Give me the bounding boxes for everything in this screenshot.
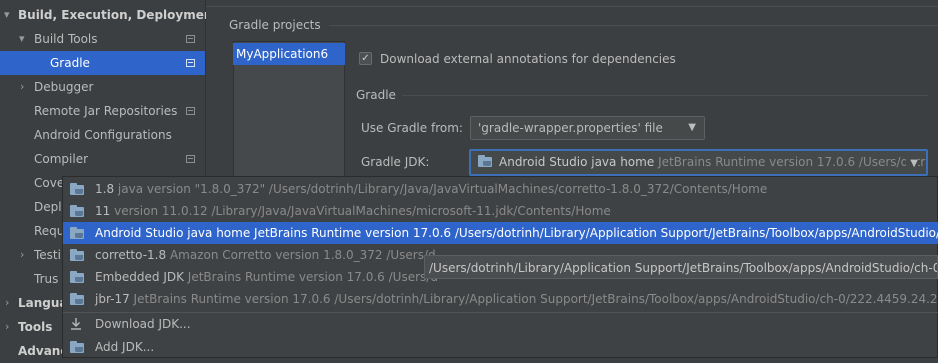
sidebar-item-label: Advanc [18, 344, 68, 358]
top-divider [206, 6, 938, 7]
sidebar-item-debugger[interactable]: › Debugger [0, 75, 205, 99]
sidebar-item-label: Android Configurations [34, 128, 172, 142]
jdk-folder-icon [70, 341, 86, 353]
use-gradle-from-dropdown[interactable]: 'gradle-wrapper.properties' file ▼ [470, 116, 705, 140]
gradle-jdk-value-name: Android Studio java home [499, 155, 655, 169]
project-list-item[interactable]: MyApplication6 [233, 43, 345, 65]
sidebar-item-label: Depl [34, 200, 62, 214]
section-divider [329, 25, 938, 26]
add-jdk-label: Add JDK... [95, 340, 155, 354]
jdk-folder-icon [70, 249, 86, 261]
jdk-option-name: 1.8 [95, 182, 115, 196]
gradle-section-title: Gradle [356, 88, 396, 102]
sidebar-item-label: Build, Execution, Deployment [18, 8, 219, 22]
jdk-folder-icon [70, 227, 86, 239]
project-settings-icon [186, 155, 195, 163]
sidebar-item-label: Requ [34, 224, 65, 238]
section-title-gradle-projects: Gradle projects [229, 18, 321, 32]
sidebar-item-gradle[interactable]: Gradle [0, 51, 205, 75]
gradle-jdk-value-detail: JetBrains Runtime version 17.0.6 /Users/… [658, 155, 926, 169]
sidebar-item-build-tools[interactable]: ▾ Build Tools [0, 27, 205, 51]
sidebar-item-compiler[interactable]: Compiler [0, 147, 205, 171]
jdk-folder-icon [70, 205, 86, 217]
jdk-path-tooltip: /Users/dotrinh/Library/Application Suppo… [424, 255, 938, 279]
sidebar-item-label: Tools [18, 320, 53, 334]
sidebar-item-label: Build Tools [34, 32, 98, 46]
jdk-option-detail: Amazon Corretto version 1.8.0_372 /Users… [169, 248, 436, 262]
download-annotations-checkbox[interactable]: ✓ [359, 52, 372, 65]
section-divider [402, 95, 928, 96]
jdk-folder-icon [70, 293, 86, 305]
jdk-option-11[interactable]: 11 version 11.0.12 /Library/Java/JavaVir… [63, 200, 938, 222]
gradle-jdk-dropdown[interactable]: Android Studio java home JetBrains Runti… [469, 149, 928, 176]
project-settings-icon [186, 35, 195, 43]
jdk-option-1-8[interactable]: 1.8 java version "1.8.0_372" /Users/dotr… [63, 178, 938, 200]
project-settings-icon [186, 59, 195, 67]
sidebar-item-android-configurations[interactable]: Android Configurations [0, 123, 205, 147]
dropdown-arrow-icon: ▼ [688, 122, 696, 133]
jdk-option-detail: version 11.0.12 /Library/Java/JavaVirtua… [114, 204, 611, 218]
jdk-option-name: Android Studio java home JetBrains Runti… [95, 226, 938, 240]
download-icon [71, 318, 81, 330]
jdk-option-android-studio-java-home[interactable]: Android Studio java home JetBrains Runti… [63, 222, 938, 244]
jdk-folder-icon [478, 155, 494, 167]
sidebar-item-label: Langua [18, 296, 68, 310]
jdk-option-detail: JetBrains Runtime version 17.0.6 /Users/… [187, 270, 438, 284]
chevron-down-icon[interactable]: ▾ [19, 27, 25, 51]
gradle-jdk-label: Gradle JDK: [361, 155, 430, 169]
dropdown-arrow-icon: ▼ [906, 152, 918, 174]
jdk-option-name: 11 [95, 204, 111, 218]
jdk-folder-icon [70, 183, 86, 195]
sidebar-item-label: Compiler [34, 152, 89, 166]
download-jdk-action[interactable]: Download JDK... [63, 313, 938, 335]
download-annotations-label: Download external annotations for depend… [380, 52, 676, 66]
download-jdk-label: Download JDK... [95, 317, 191, 331]
sidebar-item-build-execution-deployment[interactable]: ▾ Build, Execution, Deployment [0, 3, 218, 27]
sidebar-item-label: Trus [34, 272, 59, 286]
sidebar-item-label: Testi [34, 248, 61, 262]
chevron-right-icon[interactable]: › [20, 243, 24, 267]
project-settings-icon [186, 107, 195, 115]
sidebar-item-label: Cove [34, 176, 65, 190]
jdk-option-name: Embedded JDK [95, 270, 184, 284]
sidebar-item-remote-jar-repositories[interactable]: Remote Jar Repositories [0, 99, 205, 123]
chevron-right-icon[interactable]: › [5, 291, 9, 315]
sidebar-item-label: Gradle [50, 56, 90, 70]
add-jdk-action[interactable]: Add JDK... [63, 336, 938, 358]
sidebar-item-label: Remote Jar Repositories [34, 104, 178, 118]
chevron-down-icon[interactable]: ▾ [4, 3, 10, 27]
jdk-option-name: jbr-17 [95, 292, 130, 306]
use-gradle-from-label: Use Gradle from: [361, 121, 463, 135]
jdk-option-jbr-17[interactable]: jbr-17 JetBrains Runtime version 17.0.6 … [63, 288, 938, 310]
chevron-right-icon[interactable]: › [20, 75, 24, 99]
jdk-folder-icon [70, 271, 86, 283]
jdk-option-name: corretto-1.8 [95, 248, 167, 262]
jdk-option-detail: java version "1.8.0_372" /Users/dotrinh/… [117, 182, 768, 196]
chevron-right-icon[interactable]: › [5, 315, 9, 339]
jdk-option-detail: JetBrains Runtime version 17.0.6 /Users/… [133, 292, 938, 306]
use-gradle-from-value: 'gradle-wrapper.properties' file [478, 121, 663, 135]
sidebar-item-label: Debugger [34, 80, 94, 94]
